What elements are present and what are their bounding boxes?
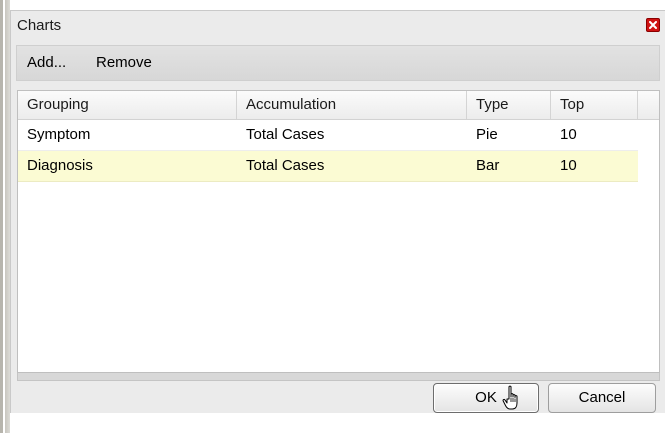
add-button[interactable]: Add... [27,54,66,71]
cell-top: 10 [560,157,577,174]
cancel-button[interactable]: Cancel [548,383,656,413]
cell-accumulation: Total Cases [246,126,325,143]
grid-header: Grouping Accumulation Type Top [18,91,659,120]
cell-accumulation: Total Cases [246,157,325,174]
dialog-title: Charts [17,17,62,34]
background-strip [10,413,665,433]
column-header-type[interactable]: Type [467,91,551,119]
cell-grouping: Symptom [27,126,91,143]
close-icon [649,21,657,29]
charts-grid: Grouping Accumulation Type Top Symptom T… [17,90,660,373]
cell-type: Bar [476,157,500,174]
remove-button[interactable]: Remove [96,54,152,71]
hand-pointer-cursor-icon [502,385,518,410]
grid-footer [17,373,660,381]
charts-dialog: Charts Add... Remove Grouping Accumulati… [10,10,665,413]
toolbar: Add... Remove [16,45,660,81]
cell-grouping: Diagnosis [27,157,93,174]
column-header-accumulation[interactable]: Accumulation [237,91,467,119]
cell-type: Pie [476,126,498,143]
table-row-selected[interactable]: Diagnosis Total Cases Bar 10 [18,151,638,182]
column-header-top[interactable]: Top [551,91,638,119]
close-button[interactable] [646,18,660,32]
cell-top: 10 [560,126,577,143]
dialog-title-bar[interactable]: Charts [11,11,665,45]
column-header-grouping[interactable]: Grouping [18,91,237,119]
table-row[interactable]: Symptom Total Cases Pie 10 [18,120,638,151]
background-window-edge [0,0,10,433]
